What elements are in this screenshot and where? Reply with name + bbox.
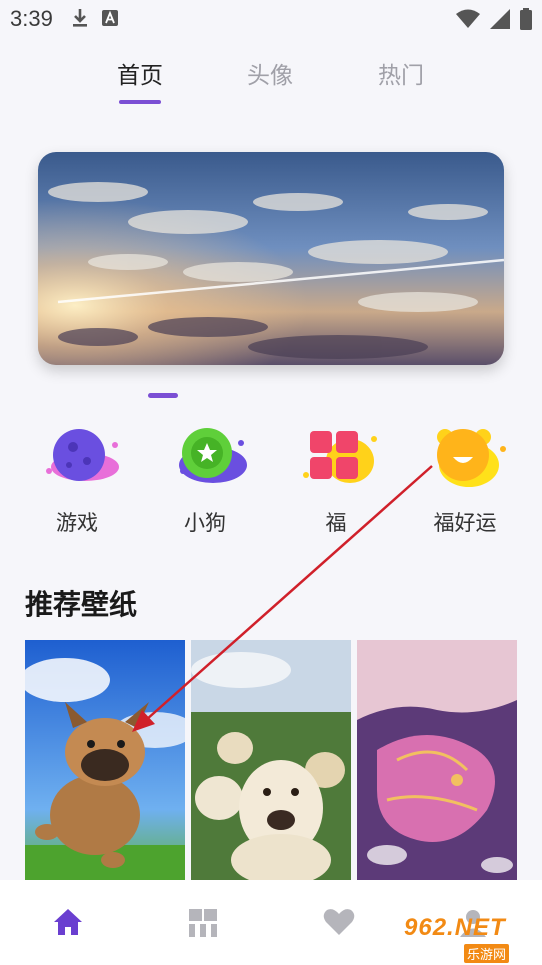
- category-label: 游戏: [56, 511, 98, 535]
- category-fu[interactable]: 福: [281, 425, 391, 540]
- signal-icon: [490, 9, 510, 33]
- wallpaper-bulldog[interactable]: [25, 640, 185, 882]
- wallpaper-pink-dragon[interactable]: [357, 640, 517, 882]
- tab-avatar[interactable]: 头像: [247, 56, 293, 90]
- status-time: 3:39: [10, 6, 53, 31]
- wifi-icon: [456, 9, 480, 33]
- watermark-bottom: 乐游网: [464, 944, 510, 963]
- category-puppy[interactable]: 小狗: [150, 425, 260, 540]
- tab-home[interactable]: 首页: [117, 56, 163, 90]
- banner-image[interactable]: [38, 152, 504, 365]
- status-icons-right: [456, 8, 532, 34]
- top-tabs: 首页 头像 热门: [0, 52, 542, 112]
- category-label: 小狗: [184, 511, 226, 535]
- category-grid-icon[interactable]: [188, 908, 218, 942]
- banner-page-indicator: [148, 393, 178, 398]
- battery-icon: [520, 8, 532, 34]
- watermark-logo: 962.NET 乐游网: [404, 914, 534, 963]
- status-bar: 3:39: [0, 0, 542, 38]
- status-icons-left: [72, 8, 118, 32]
- section-title: 推荐壁纸: [25, 588, 138, 621]
- category-row: 游戏 小狗 福 福好运: [0, 425, 542, 540]
- home-icon[interactable]: [53, 908, 83, 940]
- a-badge-icon: [102, 10, 118, 30]
- tab-indicator: [119, 100, 161, 104]
- download-icon: [72, 8, 88, 32]
- category-good-luck[interactable]: 福好运: [410, 425, 520, 540]
- category-label: 福: [325, 511, 347, 535]
- wallpaper-grid: [25, 640, 517, 882]
- category-game[interactable]: 游戏: [22, 425, 132, 540]
- heart-icon[interactable]: [323, 908, 355, 940]
- tab-hot[interactable]: 热门: [378, 56, 424, 90]
- watermark-top: 962.NET: [404, 914, 506, 941]
- category-label: 福好运: [433, 511, 497, 535]
- wallpaper-labradors[interactable]: [191, 640, 351, 882]
